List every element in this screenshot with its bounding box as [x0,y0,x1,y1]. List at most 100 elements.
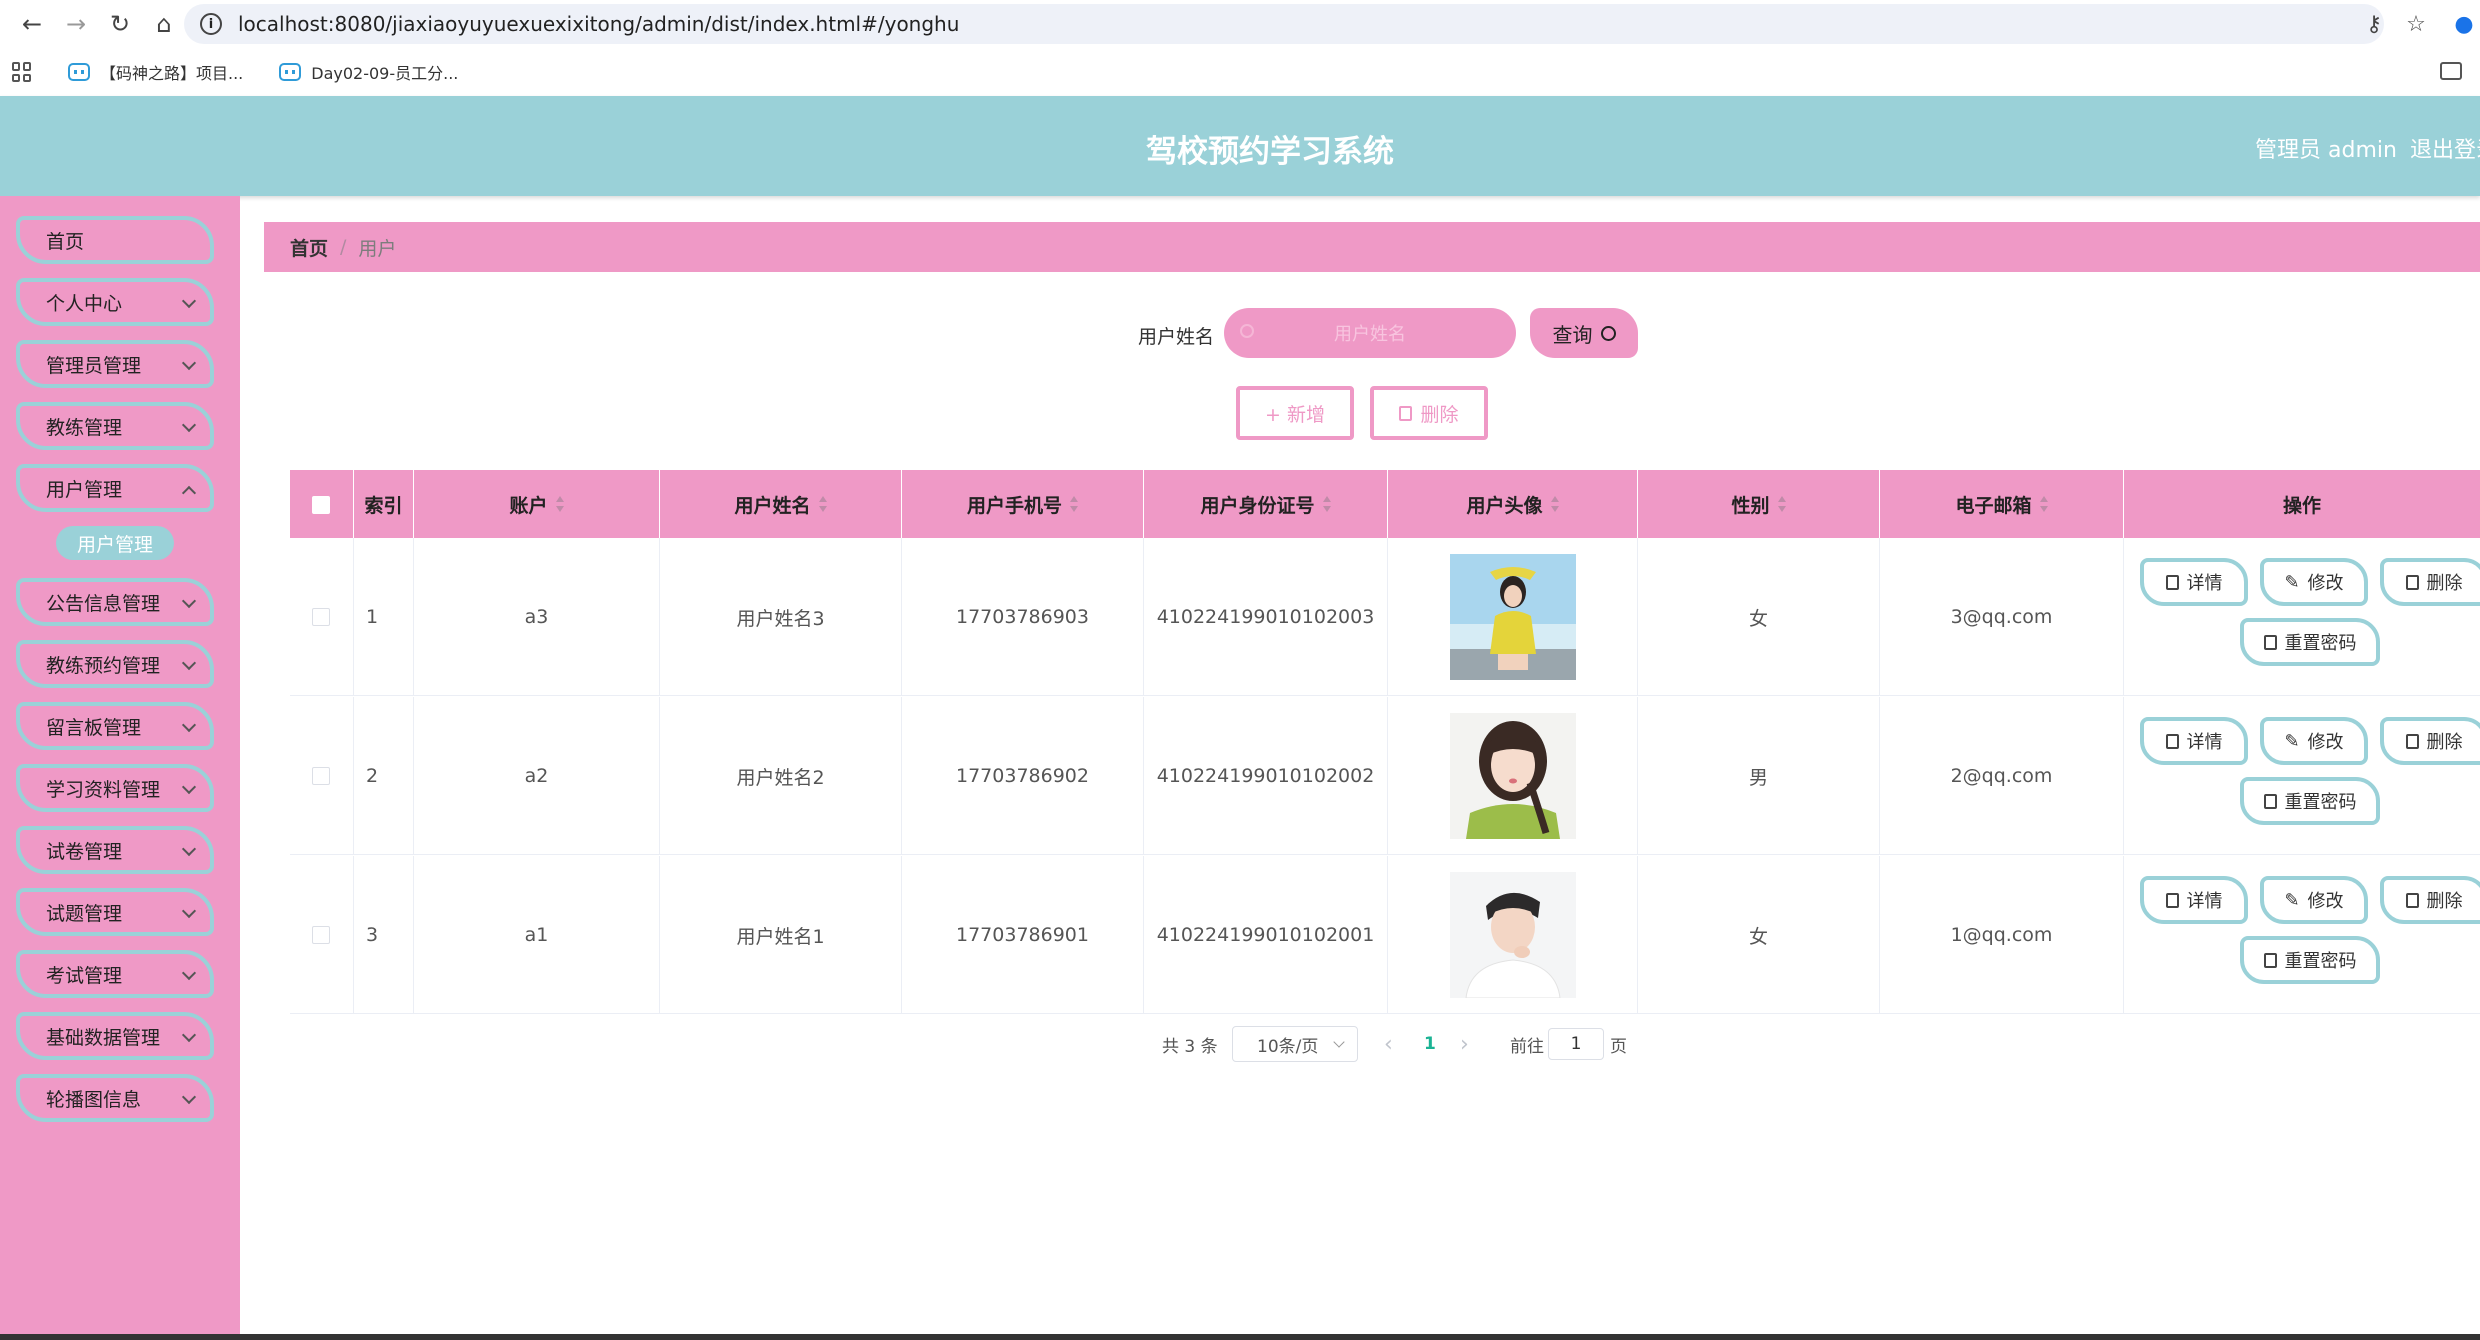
star-icon[interactable]: ☆ [2400,8,2432,40]
trash-icon [2405,574,2419,590]
home-icon[interactable]: ⌂ [144,4,184,44]
column-header[interactable]: 用户姓名 [660,470,902,538]
page-number[interactable]: 1 [1424,1026,1436,1062]
key-icon[interactable]: ⚷ [2358,8,2390,40]
bookmark-item[interactable]: Day02-09-员工分... [279,60,458,84]
column-label: 用户身份证号 [1200,494,1315,517]
row-checkbox[interactable] [312,608,330,626]
avatar[interactable] [1449,554,1576,680]
row-checkbox[interactable] [312,767,330,785]
goto-page-input[interactable]: 1 [1548,1028,1604,1060]
sort-icon[interactable] [2039,496,2048,512]
sidebar-item-booking[interactable]: 教练预约管理 [16,640,214,688]
gender-cell: 男 [1638,697,1880,855]
row-checkbox[interactable] [312,926,330,944]
search-input[interactable]: 用户姓名 [1224,308,1516,358]
table-row: 2 a2 用户姓名2 17703786902 41022419901010200… [290,697,2480,855]
logout-link[interactable]: 退出登录 [2410,132,2480,164]
folder-icon[interactable] [2440,62,2462,80]
avatar[interactable] [1449,872,1576,998]
add-button[interactable]: + 新增 [1236,386,1354,440]
users-table: 索引 账户 用户姓名 用户手机号 用户身份证号 用户头像 性别 电子邮箱 操作 … [290,470,2480,1014]
edit-button[interactable]: ✎ 修改 [2260,717,2368,765]
edit-button[interactable]: ✎ 修改 [2260,876,2368,924]
delete-button[interactable]: 删除 [2380,717,2480,765]
bookmark-label: 【码神之路】项目... [100,64,244,83]
sidebar-item-coach[interactable]: 教练管理 [16,402,214,450]
column-header[interactable]: 用户身份证号 [1144,470,1388,538]
sort-icon[interactable] [555,496,564,512]
sidebar-item-profile[interactable]: 个人中心 [16,278,214,326]
avatar-cell [1388,697,1638,855]
back-icon[interactable]: ← [12,4,52,44]
forward-icon[interactable]: → [56,4,96,44]
search-button[interactable]: 查询 [1530,308,1638,358]
column-header[interactable]: 性别 [1638,470,1880,538]
sort-icon[interactable] [1070,496,1078,512]
select-all-checkbox[interactable] [312,496,330,514]
sort-icon[interactable] [1777,496,1786,512]
edit-label: 修改 [2307,732,2344,753]
bookmark-item[interactable]: 【码神之路】项目... [68,60,243,84]
sidebar-item-exams[interactable]: 考试管理 [16,950,214,998]
page-size-select[interactable]: 10条/页 [1232,1026,1358,1062]
detail-button[interactable]: 详情 [2140,876,2248,924]
sidebar-item-home[interactable]: 首页 [16,216,214,264]
sidebar-item-messages[interactable]: 留言板管理 [16,702,214,750]
reset-password-label: 重置密码 [2284,951,2357,972]
prev-page-button[interactable]: ‹ [1384,1026,1393,1062]
sort-icon[interactable] [1322,496,1331,512]
breadcrumb-separator: / [340,236,347,258]
sidebar-item-notice[interactable]: 公告信息管理 [16,578,214,626]
sidebar-item-label: 公告信息管理 [46,592,161,615]
sidebar-item-papers[interactable]: 试卷管理 [16,826,214,874]
pencil-icon: ✎ [2284,889,2300,911]
column-header[interactable]: 用户手机号 [902,470,1144,538]
sidebar-item-admin[interactable]: 管理员管理 [16,340,214,388]
next-page-button[interactable]: › [1460,1026,1469,1062]
current-user: 管理员 admin [2255,138,2397,163]
sidebar-item-users[interactable]: 用户管理 [16,464,214,512]
detail-button[interactable]: 详情 [2140,717,2248,765]
sidebar-item-label: 试题管理 [46,902,123,925]
detail-button[interactable]: 详情 [2140,558,2248,606]
profile-icon[interactable]: ● [2448,8,2480,40]
sidebar-item-label: 考试管理 [46,964,123,987]
sidebar-item-questions[interactable]: 试题管理 [16,888,214,936]
reload-icon[interactable]: ↻ [100,4,140,44]
operations-cell: 详情 ✎ 修改 删除 重置密码 [2124,697,2480,855]
index-cell: 1 [354,538,414,696]
bulk-delete-button[interactable]: 删除 [1370,386,1488,440]
sidebar-item-materials[interactable]: 学习资料管理 [16,764,214,812]
avatar[interactable] [1449,713,1576,839]
bookmark-label: Day02-09-员工分... [311,64,459,83]
sidebar-item-label: 基础数据管理 [46,1026,161,1049]
sort-icon[interactable] [818,496,827,512]
column-header[interactable]: 用户头像 [1388,470,1638,538]
sidebar-item-basedata[interactable]: 基础数据管理 [16,1012,214,1060]
edit-button[interactable]: ✎ 修改 [2260,558,2368,606]
apps-grid-icon[interactable] [12,62,32,82]
sort-icon[interactable] [1550,496,1559,512]
column-header[interactable]: 电子邮箱 [1880,470,2124,538]
sidebar-item-carousel[interactable]: 轮播图信息 [16,1074,214,1122]
bilibili-icon [279,63,302,81]
sidebar-item-label: 首页 [46,230,85,253]
document-icon [2165,892,2179,908]
pagination-total: 共 3 条 [1162,1036,1218,1057]
column-header[interactable]: 账户 [414,470,660,538]
reset-password-button[interactable]: 重置密码 [2240,618,2380,666]
address-bar[interactable]: i localhost:8080/jiaxiaoyuyuexuexixitong… [184,4,2384,44]
reset-password-button[interactable]: 重置密码 [2240,936,2380,984]
sidebar-subitem-users[interactable]: 用户管理 [56,526,174,560]
search-icon [1240,324,1254,338]
delete-button[interactable]: 删除 [2380,558,2480,606]
site-info-icon[interactable]: i [200,13,222,35]
breadcrumb-home[interactable]: 首页 [290,234,328,261]
browser-toolbar: ← → ↻ ⌂ i localhost:8080/jiaxiaoyuyuexue… [0,0,2480,48]
delete-button[interactable]: 删除 [2380,876,2480,924]
operations-cell: 详情 ✎ 修改 删除 重置密码 [2124,538,2480,696]
document-icon [2165,733,2179,749]
reset-password-button[interactable]: 重置密码 [2240,777,2380,825]
delete-label: 删除 [2426,573,2463,594]
